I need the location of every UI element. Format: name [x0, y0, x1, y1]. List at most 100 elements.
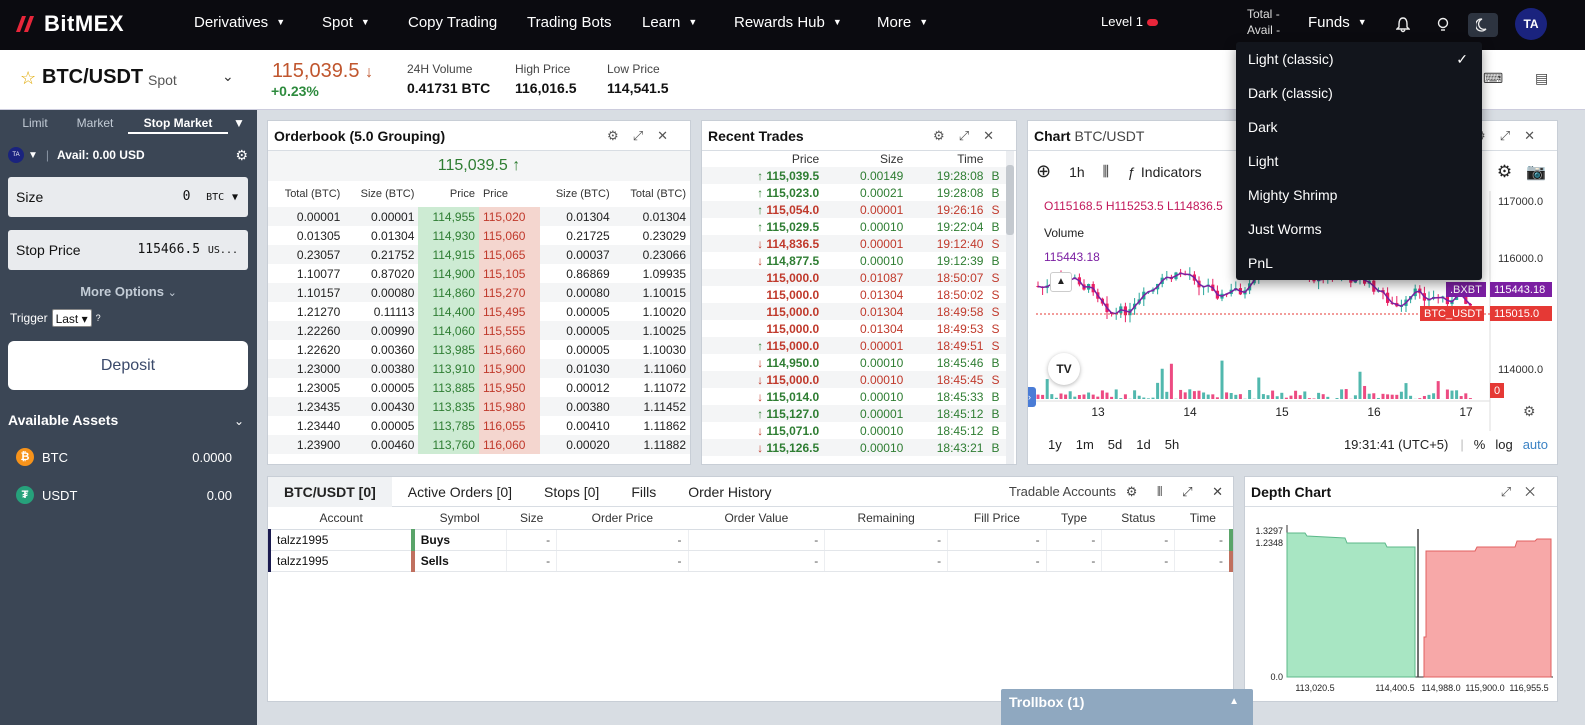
expand-icon[interactable]: ⤢ [959, 128, 983, 143]
theme-option-light-classic[interactable]: Light (classic) ✓ [1236, 42, 1482, 76]
col-header[interactable]: Remaining [824, 507, 948, 530]
orderbook-row[interactable]: 1.23005 0.00005 113,885 115,950 0.00012 1.110… [268, 378, 690, 397]
indicators-button[interactable]: Indicators [1141, 164, 1202, 180]
order-row[interactable]: talzz1995 Sells - - - - - - - - [268, 550, 1233, 572]
tab-fills[interactable]: Fills [615, 477, 672, 507]
theme-toggle-moon-icon[interactable] [1468, 13, 1498, 37]
interval-selector[interactable]: 1h [1069, 164, 1085, 180]
tab-stop-market[interactable]: Stop Market [128, 114, 228, 134]
nav-copy-trading[interactable]: Copy Trading [408, 0, 497, 50]
orderbook-row[interactable]: 0.00001 0.00001 114,955 115,020 0.01304 0.013… [268, 207, 690, 226]
theme-option-dark[interactable]: Dark [1236, 110, 1482, 144]
help-icon[interactable]: ? [96, 313, 101, 323]
tab-active-orders[interactable]: Active Orders [0] [392, 477, 528, 507]
col-header[interactable]: Fill Price [947, 507, 1047, 530]
close-icon[interactable]: ✕ [1212, 484, 1223, 499]
nav-learn[interactable]: Learn ▼ [642, 0, 697, 50]
theme-option-light[interactable]: Light [1236, 144, 1482, 178]
range-1y[interactable]: 1y [1048, 437, 1062, 452]
orderbook-row[interactable]: 1.22620 0.00360 113,985 115,660 0.00005 1.100… [268, 340, 690, 359]
orderbook-row[interactable]: 0.01305 0.01304 114,930 115,060 0.21725 0.230… [268, 226, 690, 245]
scrollbar-thumb[interactable] [1006, 165, 1014, 235]
stop-price-value[interactable]: 115466.5 [137, 242, 200, 257]
orderbook-row[interactable]: 1.23440 0.00005 113,785 116,055 0.00410 1.118… [268, 416, 690, 435]
expand-icon[interactable]: ⤢ [1500, 128, 1524, 143]
range-1m[interactable]: 1m [1076, 437, 1094, 452]
orderbook-row[interactable]: 1.23000 0.00380 113,910 115,900 0.01030 1.110… [268, 359, 690, 378]
stop-price-field[interactable]: Stop Price 115466.5 US... [8, 230, 248, 270]
tradingview-logo-icon[interactable]: TV [1048, 353, 1080, 385]
size-value[interactable]: 0 [183, 189, 191, 204]
tab-market[interactable]: Market [62, 114, 128, 134]
theme-option-pnl[interactable]: PnL [1236, 246, 1482, 280]
col-header[interactable]: Size [506, 507, 557, 530]
trigger-select[interactable]: Last ▾ [51, 309, 92, 327]
chevron-down-icon[interactable]: ▼ [28, 150, 38, 161]
symbol-selector[interactable]: ☆ BTC/USDT Spot ⌄ [0, 50, 257, 110]
percent-toggle[interactable]: % [1474, 437, 1486, 452]
col-header[interactable]: Order Price [556, 507, 689, 530]
asset-row-usdt[interactable]: ₮ USDT 0.00 [16, 485, 232, 505]
candlestick-icon[interactable]: ⫼ [1103, 163, 1109, 180]
orderbook-row[interactable]: 1.21270 0.11113 114,400 115,495 0.00005 1.100… [268, 302, 690, 321]
collapse-up-icon[interactable]: ▲ [1050, 272, 1072, 292]
nav-rewards-hub[interactable]: Rewards Hub ▼ [734, 0, 842, 50]
expand-icon[interactable]: ⤢ [1182, 484, 1192, 499]
col-header[interactable]: Account [269, 507, 413, 530]
caret-down-icon[interactable]: ▼ [232, 192, 238, 203]
nav-spot[interactable]: Spot ▼ [322, 0, 370, 50]
favorite-star-icon[interactable]: ☆ [20, 68, 36, 89]
more-options-toggle[interactable]: More Options ⌄ [0, 284, 257, 299]
nav-more[interactable]: More ▼ [877, 0, 928, 50]
gear-icon[interactable]: ⚙ [1497, 162, 1512, 182]
camera-icon[interactable]: 📷 [1526, 162, 1546, 182]
col-header[interactable]: Time [1174, 507, 1231, 530]
orderbook-row[interactable]: 1.10077 0.87020 114,900 115,105 0.86869 1.099… [268, 264, 690, 283]
theme-option-dark-classic[interactable]: Dark (classic) [1236, 76, 1482, 110]
expand-icon[interactable]: ⤢ [633, 128, 657, 143]
bitmex-logo[interactable]: BitMEX [14, 11, 124, 36]
orderbook-row[interactable]: 1.23435 0.00430 113,835 115,980 0.00380 1.114… [268, 397, 690, 416]
tradable-accounts-button[interactable]: Tradable Accounts [1009, 484, 1116, 499]
close-icon[interactable]: ✕ [657, 128, 682, 143]
close-icon[interactable]: ✕ [1525, 484, 1549, 499]
chart-settings-icon[interactable]: ⚙ [1523, 403, 1536, 420]
col-header[interactable]: Symbol [412, 507, 507, 530]
caret-down-icon[interactable]: ▼ [228, 114, 250, 134]
nav-derivatives[interactable]: Derivatives ▼ [194, 0, 285, 50]
col-header[interactable]: Status [1101, 507, 1175, 530]
expand-icon[interactable]: ⤢ [1501, 484, 1525, 499]
orderbook-row[interactable]: 1.23900 0.00460 113,760 116,060 0.00020 1.118… [268, 435, 690, 454]
tab-symbol-positions[interactable]: BTC/USDT [0] [268, 477, 392, 507]
tab-stops[interactable]: Stops [0] [528, 477, 615, 507]
bell-icon[interactable] [1391, 13, 1415, 37]
theme-option-mighty-shrimp[interactable]: Mighty Shrimp [1236, 178, 1482, 212]
auto-toggle[interactable]: auto [1523, 437, 1548, 452]
gear-icon[interactable]: ⚙ [235, 147, 248, 164]
tab-limit[interactable]: Limit [8, 114, 62, 134]
gear-icon[interactable]: ⚙ [933, 128, 959, 143]
user-avatar[interactable]: TA [1515, 8, 1547, 40]
chevron-down-icon[interactable]: ⌄ [234, 414, 244, 428]
side-toggle-icon[interactable]: › [1028, 387, 1036, 407]
deposit-button[interactable]: Deposit [8, 341, 248, 390]
col-header[interactable]: Type [1046, 507, 1102, 530]
asset-row-btc[interactable]: ₿ BTC 0.0000 [16, 447, 232, 467]
log-toggle[interactable]: log [1495, 437, 1512, 452]
close-icon[interactable]: ✕ [983, 128, 1008, 143]
account-level[interactable]: Level 1 [1101, 14, 1158, 29]
orderbook-row[interactable]: 1.22260 0.00990 114,060 115,555 0.00005 1.100… [268, 321, 690, 340]
depth-chart[interactable]: 1.3297 1.2348 0.0 113,020.5 114,400.5 114,988… [1245, 507, 1558, 702]
add-circle-icon[interactable]: ⊕ [1036, 161, 1051, 182]
gear-icon[interactable]: ⚙ [1126, 484, 1138, 499]
range-5h[interactable]: 5h [1165, 437, 1179, 452]
order-row[interactable]: talzz1995 Buys - - - - - - - - [268, 529, 1233, 551]
lightbulb-icon[interactable] [1431, 13, 1455, 37]
range-5d[interactable]: 5d [1108, 437, 1122, 452]
col-header[interactable]: Order Value [688, 507, 825, 530]
orderbook-row[interactable]: 0.23057 0.21752 114,915 115,065 0.00037 0.230… [268, 245, 690, 264]
close-icon[interactable]: ✕ [1524, 128, 1549, 143]
orderbook-row[interactable]: 1.10157 0.00080 114,860 115,270 0.00080 1.100… [268, 283, 690, 302]
theme-option-just-worms[interactable]: Just Worms [1236, 212, 1482, 246]
keyboard-icon[interactable]: ⌨ [1483, 70, 1503, 87]
